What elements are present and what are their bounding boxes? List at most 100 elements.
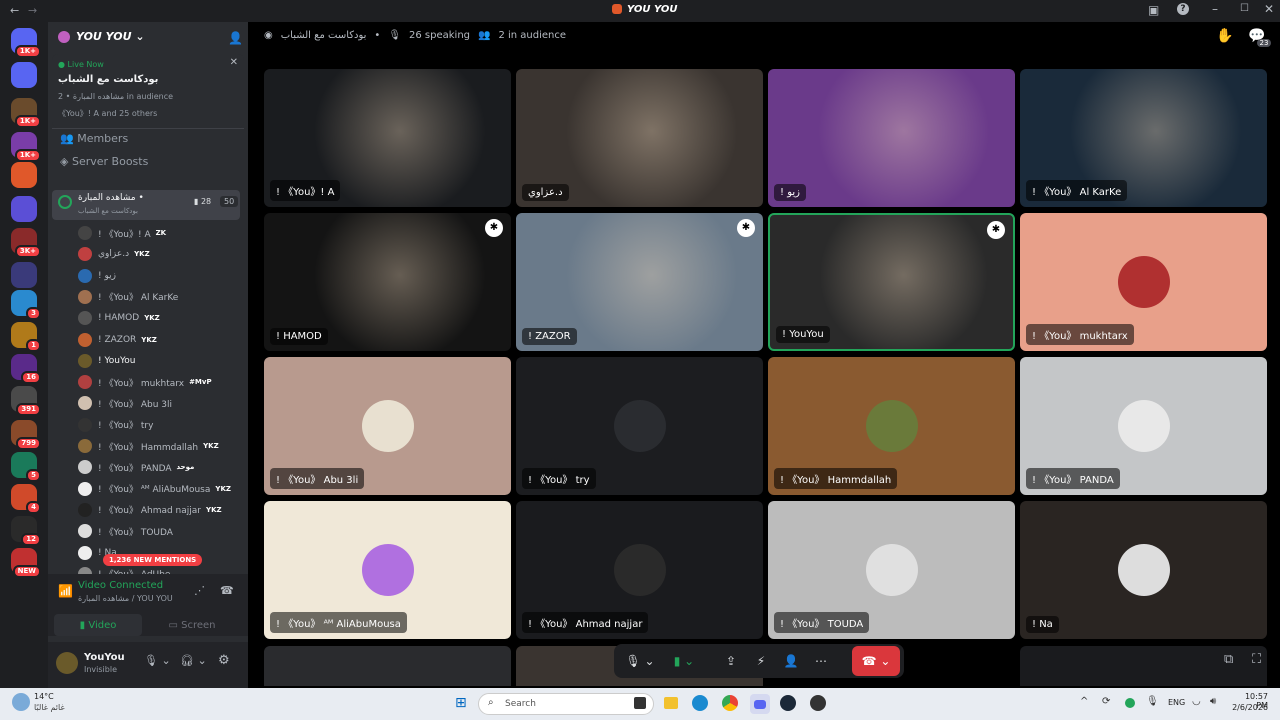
clock-date[interactable]: 2/6/2026 [1232, 703, 1268, 712]
camera-toggle-button[interactable]: ▮ ⌄ [664, 646, 704, 676]
server-icon[interactable]: 391 [11, 386, 41, 416]
new-mentions-badge[interactable]: 1,236 NEW MENTIONS [103, 554, 203, 566]
volume-icon[interactable]: 🔊︎ [1210, 696, 1216, 707]
participant-tile[interactable]: ! 《You》 mukhtarx [1020, 213, 1267, 351]
voice-channel-name[interactable]: مشاهده المبارة / YOU YOU [78, 594, 173, 603]
settings-gear-icon[interactable]: ⚙ [218, 653, 230, 668]
server-icon[interactable]: 16 [11, 354, 41, 384]
voice-member[interactable]: ! 《You》 Abu 3li▮ [78, 393, 258, 413]
participant-tile[interactable]: ! 《You》 Hammdallah [768, 357, 1015, 495]
voice-member[interactable]: ! 《You》 TOUDA▮ [78, 521, 258, 541]
forward-arrow-icon[interactable]: → [28, 4, 37, 17]
server-icon[interactable] [11, 162, 37, 188]
add-user-icon[interactable]: 👤 [228, 31, 243, 45]
avatar[interactable] [56, 652, 78, 674]
popout-icon[interactable]: ⧉ [1224, 652, 1233, 667]
server-boosts-nav[interactable]: ◈ Server Boosts [60, 155, 148, 168]
participant-tile[interactable]: ! 《You》 TOUDA [768, 501, 1015, 639]
microphone-icon[interactable]: 🎙︎ ⌄ [144, 654, 171, 667]
server-icon[interactable]: 1 [11, 322, 41, 352]
file-explorer-icon[interactable] [664, 697, 678, 709]
search-box[interactable]: ⌕ Search [478, 693, 654, 715]
app-icon[interactable] [810, 695, 826, 711]
discord-taskbar-icon[interactable] [750, 694, 770, 714]
participant-tile[interactable]: ! 《You》! A [264, 69, 511, 207]
participant-tile[interactable]: ✱ ! YouYou [768, 213, 1015, 351]
server-icon[interactable]: 799 [11, 420, 41, 450]
participant-tile[interactable]: ✱ ! ZAZOR [516, 213, 763, 351]
voice-member[interactable]: د.عزاويYKZ▮ [78, 244, 258, 264]
network-icon[interactable]: ◡ [1192, 696, 1201, 707]
close-window-button[interactable]: ✕ [1264, 2, 1274, 16]
maximize-button[interactable]: ☐ [1240, 3, 1249, 14]
participant-tile[interactable]: ! 《You》 Abu 3li [264, 357, 511, 495]
inbox-icon[interactable]: ▣ [1148, 3, 1159, 17]
participant-tile[interactable]: ! 《You》 Al KarKe [1020, 69, 1267, 207]
server-icon[interactable] [11, 196, 37, 222]
voice-member[interactable]: ! YouYou▮ [78, 351, 258, 371]
voice-member[interactable]: ! 《You》 HammdallahYKZ▮ [78, 436, 258, 456]
sync-icon[interactable]: ⟳ [1102, 696, 1110, 707]
server-name[interactable]: YOU YOU ⌄ [76, 30, 145, 43]
members-nav[interactable]: 👥 Members [60, 132, 128, 145]
fullscreen-icon[interactable]: ⛶ [1252, 652, 1261, 667]
screen-share-button[interactable]: ▭ Screen [148, 614, 236, 636]
headphones-icon[interactable]: 🎧︎ ⌄ [180, 654, 207, 667]
close-icon[interactable]: ✕ [230, 57, 238, 68]
soundboard-icon[interactable]: 👤 [778, 646, 804, 676]
chrome-icon[interactable] [722, 695, 738, 711]
server-icon[interactable]: NEW [11, 548, 41, 578]
voice-member[interactable]: ! 《You》 Al KarKe▮ [78, 287, 258, 307]
mic-tray-icon[interactable]: 🎙︎ [1146, 696, 1159, 707]
voice-member[interactable]: ! 《You》 mukhtarx#MvP▮ [78, 372, 258, 392]
edge-icon[interactable] [692, 695, 708, 711]
server-icon[interactable]: 1K+ [11, 28, 41, 58]
chevron-up-icon[interactable]: ^ [1080, 696, 1088, 707]
raise-hand-icon[interactable]: ✋ [1216, 28, 1233, 44]
mute-button[interactable]: 🎙︎ ⌄ [620, 646, 660, 676]
disconnect-icon[interactable]: ☎ [220, 584, 234, 597]
participant-tile[interactable]: ! 《You》 Ahmad najjar [516, 501, 763, 639]
participant-tile[interactable]: ! 《You》 try [516, 357, 763, 495]
help-icon[interactable]: ? [1177, 3, 1189, 15]
noise-suppression-icon[interactable]: ⋰ [194, 584, 205, 597]
participant-tile[interactable]: ! 《You》 PANDA [1020, 357, 1267, 495]
task-view-icon[interactable] [634, 697, 646, 709]
voice-member[interactable]: ! 《You》 Ahmad najjarYKZ▮ [78, 500, 258, 520]
server-icon[interactable] [11, 262, 37, 288]
server-icon[interactable]: 12 [11, 516, 41, 546]
minimize-button[interactable]: – [1212, 2, 1218, 16]
server-icon[interactable]: 1K+ [11, 98, 41, 128]
participant-tile[interactable]: ! زيو [768, 69, 1015, 207]
steam-icon[interactable] [780, 695, 796, 711]
voice-member[interactable]: ! ZAZORYKZ▮ [78, 330, 258, 350]
weather-icon[interactable] [12, 693, 30, 711]
participant-tile[interactable]: ! Na [1020, 501, 1267, 639]
back-arrow-icon[interactable]: ← [10, 4, 19, 17]
participant-tile[interactable]: ✱ ! HAMOD [264, 213, 511, 351]
server-icon[interactable] [11, 62, 37, 88]
participant-tile[interactable]: د.عزاوي [516, 69, 763, 207]
voice-member[interactable]: ! 《You》 try▮ [78, 415, 258, 435]
server-icon[interactable]: 5 [11, 452, 41, 482]
live-card[interactable]: ● Live Now ✕ بودكاست مع الشباب مشاهده ال… [52, 54, 244, 128]
voice-channel[interactable]: مشاهده المبارة • بودكاست مع الشباب ▮ 28 … [52, 190, 240, 220]
chat-icon[interactable]: 💬 23 [1248, 28, 1272, 47]
voice-member[interactable]: ! 《You》! AZK▮ [78, 223, 258, 243]
status-dot-icon[interactable] [1125, 698, 1135, 708]
voice-member[interactable]: ! زيو▮ [78, 266, 258, 286]
voice-member[interactable]: ! HAMODYKZ▮ [78, 308, 258, 328]
more-options-icon[interactable]: ⋯ [808, 646, 834, 676]
start-icon[interactable]: ⊞ [455, 695, 467, 711]
voice-member[interactable]: ! 《You》 PANDAموحد▮ [78, 457, 258, 477]
server-icon[interactable]: 3K+ [11, 228, 41, 258]
participant-tile[interactable]: ! 《You》 ᴬᴹ AliAbuMousa [264, 501, 511, 639]
activity-icon[interactable]: ⚡ [748, 646, 774, 676]
server-icon[interactable]: 4 [11, 484, 41, 514]
server-icon[interactable]: 3 [11, 290, 41, 320]
voice-member[interactable]: ! 《You》 ᴬᴹ AliAbuMousaYKZ▮ [78, 479, 258, 499]
language-indicator[interactable]: ENG [1168, 698, 1185, 707]
share-screen-icon[interactable]: ⇪ [718, 646, 744, 676]
signal-icon[interactable]: 📶 [58, 584, 73, 598]
video-button[interactable]: ▮ Video [54, 614, 142, 636]
